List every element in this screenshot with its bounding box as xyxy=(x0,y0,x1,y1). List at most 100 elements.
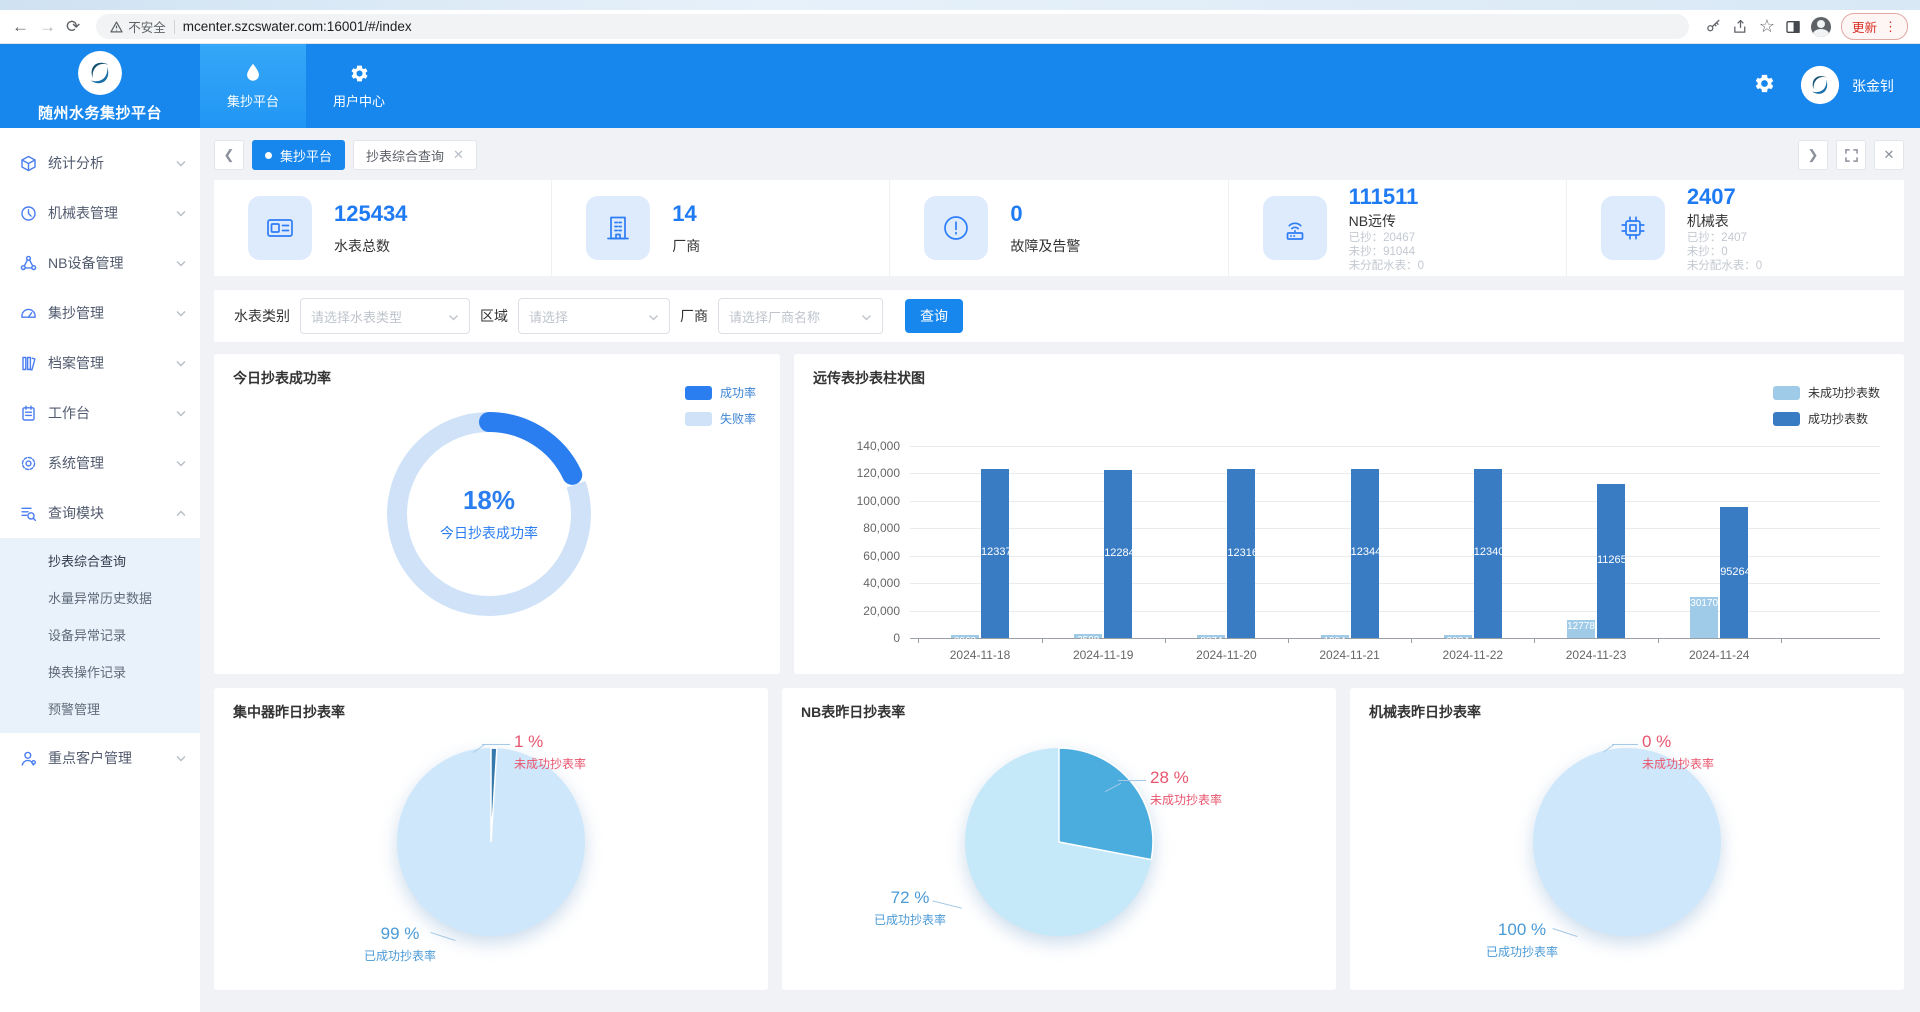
tab-home[interactable]: 集抄平台 xyxy=(252,140,345,170)
sidebar-item-key-customers[interactable]: 重点客户管理 xyxy=(0,733,200,783)
tab-current-page[interactable]: 抄表综合查询 ✕ xyxy=(353,140,477,170)
stat-value: 2407 xyxy=(1687,184,1762,210)
stat-card-1: 125434水表总数 xyxy=(214,180,551,276)
sidebar-item-8[interactable]: 查询模块 xyxy=(0,488,200,538)
bar-value-label: 1994 xyxy=(1321,636,1349,647)
legend-item-2[interactable]: 失败率 xyxy=(685,410,756,427)
sidebar-item-6[interactable]: 工作台 xyxy=(0,388,200,438)
filter-label-3: 厂商 xyxy=(680,306,708,326)
password-key-icon[interactable] xyxy=(1705,18,1722,35)
pie-chart xyxy=(391,742,591,947)
y-axis-label: 20,000 xyxy=(820,604,900,618)
search-button[interactable]: 查询 xyxy=(905,299,963,333)
vendor-select[interactable]: 请选择厂商名称 xyxy=(718,298,883,334)
refresh-icon[interactable]: ⟳ xyxy=(66,18,80,35)
sidebar-item-3[interactable]: NB设备管理 xyxy=(0,238,200,288)
pie-slice-label: 已成功抄表率 xyxy=(874,911,946,928)
sidebar-item-label: 档案管理 xyxy=(48,353,104,373)
legend-swatch xyxy=(1773,386,1800,400)
browser-toolbar: ← → ⟳ 不安全 mcenter.szcswater.com:16001/#/… xyxy=(0,10,1920,44)
submenu-item-1[interactable]: 抄表综合查询 xyxy=(0,543,200,580)
sidebar-item-4[interactable]: 集抄管理 xyxy=(0,288,200,338)
submenu-item-3[interactable]: 设备异常记录 xyxy=(0,617,200,654)
tabs-scroll-left-button[interactable]: ❮ xyxy=(214,140,244,170)
pie-chart xyxy=(959,742,1159,947)
stat-info: 2407机械表已抄：2407未抄：0未分配水表：0 xyxy=(1687,184,1762,273)
header-user[interactable]: 张金钊 xyxy=(1800,65,1894,108)
sidebar-item-label: 集抄管理 xyxy=(48,303,104,323)
chevron-down-icon xyxy=(176,210,186,217)
bookmark-star-icon[interactable]: ☆ xyxy=(1759,16,1775,37)
stat-label: 机械表 xyxy=(1687,211,1762,231)
nav-tab-platform[interactable]: 集抄平台 xyxy=(200,44,306,128)
y-axis-label: 60,000 xyxy=(820,549,900,563)
sidebar-item-label: NB设备管理 xyxy=(48,253,123,273)
x-axis-tick xyxy=(1781,638,1782,643)
browser-update-button[interactable]: 更新 ⋮ xyxy=(1841,13,1908,40)
cube-icon xyxy=(20,155,37,172)
nav-tab-user-center[interactable]: 用户中心 xyxy=(306,44,412,128)
sidebar-item-label: 系统管理 xyxy=(48,453,104,473)
pie-slice-percent: 72 % xyxy=(874,888,946,908)
browser-profile-avatar[interactable] xyxy=(1811,17,1831,37)
user-icon xyxy=(20,750,37,767)
meter-type-select[interactable]: 请选择水表类型 xyxy=(300,298,470,334)
tab-row-controls: ❯ ✕ xyxy=(1798,140,1904,170)
side-panel-icon[interactable] xyxy=(1785,19,1801,35)
x-axis-label: 2024-11-21 xyxy=(1319,648,1380,662)
gridline xyxy=(910,446,1880,447)
close-all-tabs-icon[interactable]: ✕ xyxy=(1874,140,1904,170)
stat-card-5: 2407机械表已抄：2407未抄：0未分配水表：0 xyxy=(1566,180,1904,276)
tabs-scroll-right-button[interactable]: ❯ xyxy=(1798,140,1828,170)
x-axis-tick xyxy=(1658,638,1659,643)
legend-item-1[interactable]: 未成功抄表数 xyxy=(1773,384,1880,401)
gear-icon xyxy=(349,63,370,84)
sidebar-item-1[interactable]: 统计分析 xyxy=(0,138,200,188)
chevron-down-icon xyxy=(176,755,186,762)
user-avatar xyxy=(1800,65,1840,108)
bar-value-label: 95264 xyxy=(1720,566,1748,578)
submenu-item-2[interactable]: 水量异常历史数据 xyxy=(0,580,200,617)
sidebar-item-7[interactable]: 系统管理 xyxy=(0,438,200,488)
alert-icon xyxy=(941,213,971,243)
stats-strip: 125434水表总数14厂商0故障及告警111511NB远传已抄：20467未抄… xyxy=(214,180,1904,276)
chevron-down-icon xyxy=(176,360,186,367)
tab-close-icon[interactable]: ✕ xyxy=(453,147,464,163)
region-select[interactable]: 请选择 xyxy=(518,298,670,334)
chevron-down-icon xyxy=(176,260,186,267)
droplet-icon xyxy=(243,62,263,84)
legend-label: 成功率 xyxy=(720,384,756,401)
header-settings-gear-icon[interactable] xyxy=(1753,72,1776,100)
share-icon[interactable] xyxy=(1732,18,1749,35)
browser-menu-icon[interactable]: ⋮ xyxy=(1884,19,1897,35)
legend-label: 失败率 xyxy=(720,410,756,427)
stat-label: 故障及告警 xyxy=(1010,236,1080,256)
workbench-icon xyxy=(20,405,37,422)
stat-detail-line: 未分配水表：0 xyxy=(1349,259,1424,273)
forward-icon[interactable]: → xyxy=(39,18,56,35)
app-header: 随州水务集抄平台 集抄平台用户中心 张金钊 xyxy=(0,44,1920,128)
legend-item-2[interactable]: 成功抄表数 xyxy=(1773,410,1880,427)
stat-card-3: 0故障及告警 xyxy=(889,180,1227,276)
stat-detail-line: 未抄：0 xyxy=(1687,245,1762,259)
y-axis-label: 0 xyxy=(820,631,900,645)
gridline xyxy=(910,473,1880,474)
browser-tab-strip xyxy=(0,0,1920,10)
sidebar-item-5[interactable]: 档案管理 xyxy=(0,338,200,388)
stat-card-4: 111511NB远传已抄：20467未抄：91044未分配水表：0 xyxy=(1228,180,1566,276)
back-icon[interactable]: ← xyxy=(12,18,29,35)
fullscreen-icon[interactable] xyxy=(1836,140,1866,170)
submenu-item-4[interactable]: 换表操作记录 xyxy=(0,654,200,691)
bar-value-label: 2588 xyxy=(1074,635,1102,646)
pie-callout-unsuccessful: 1 %未成功抄表率 xyxy=(514,732,586,772)
gridline xyxy=(910,501,1880,502)
submenu-item-5[interactable]: 预警管理 xyxy=(0,691,200,728)
stat-icon-box xyxy=(586,196,650,260)
stat-detail-line: 已抄：20467 xyxy=(1349,231,1424,245)
bar-unsuccessful: 2274 xyxy=(1197,635,1225,638)
legend-item-1[interactable]: 成功率 xyxy=(685,384,756,401)
address-bar[interactable]: 不安全 mcenter.szcswater.com:16001/#/index xyxy=(96,14,1689,39)
security-warning-icon[interactable]: 不安全 xyxy=(110,17,166,36)
pie-callout-successful: 72 % 已成功抄表率 xyxy=(874,888,946,928)
sidebar-item-2[interactable]: 机械表管理 xyxy=(0,188,200,238)
